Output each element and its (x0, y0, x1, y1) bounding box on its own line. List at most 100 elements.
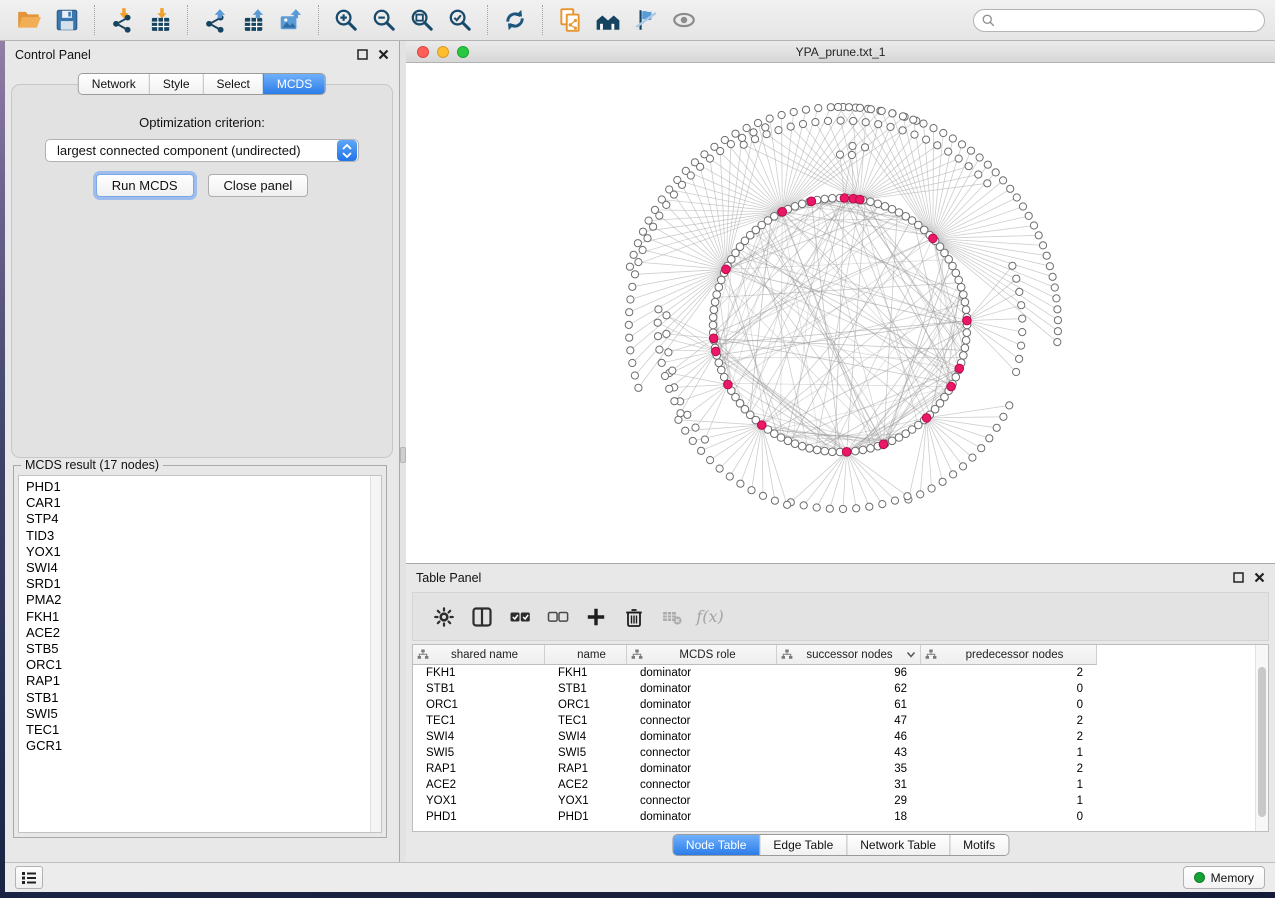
graph-dominator-node[interactable] (758, 421, 767, 430)
graph-leaf-node[interactable] (706, 155, 713, 162)
graph-dominator-node[interactable] (722, 265, 731, 274)
graph-leaf-node[interactable] (759, 492, 766, 499)
graph-leaf-node[interactable] (650, 223, 657, 230)
graph-leaf-node[interactable] (1013, 368, 1020, 375)
graph-leaf-node[interactable] (891, 497, 898, 504)
graph-leaf-node[interactable] (663, 312, 670, 319)
float-table-panel-icon[interactable] (1232, 572, 1244, 584)
graph-node[interactable] (961, 344, 969, 352)
graph-leaf-node[interactable] (1025, 212, 1032, 219)
graph-node[interactable] (715, 359, 723, 367)
table-row[interactable]: TEC1TEC1connector472 (413, 713, 1268, 729)
home-button[interactable] (589, 3, 627, 37)
graph-dominator-node[interactable] (842, 448, 851, 457)
graph-leaf-node[interactable] (737, 480, 744, 487)
graph-leaf-node[interactable] (1030, 222, 1037, 229)
close-panel-button[interactable]: Close panel (208, 174, 309, 197)
graph-leaf-node[interactable] (1000, 413, 1007, 420)
graph-leaf-node[interactable] (634, 240, 641, 247)
graph-leaf-node[interactable] (727, 141, 734, 148)
graph-node[interactable] (960, 291, 968, 299)
graph-leaf-node[interactable] (824, 117, 831, 124)
result-node-item[interactable]: STB1 (26, 690, 381, 706)
result-node-item[interactable]: GCR1 (26, 738, 381, 754)
graph-leaf-node[interactable] (945, 148, 952, 155)
graph-leaf-node[interactable] (726, 473, 733, 480)
graph-leaf-node[interactable] (969, 454, 976, 461)
graph-leaf-node[interactable] (812, 119, 819, 126)
graph-leaf-node[interactable] (644, 235, 651, 242)
graph-leaf-node[interactable] (837, 117, 844, 124)
graph-dominator-node[interactable] (856, 195, 865, 204)
result-node-item[interactable]: TEC1 (26, 722, 381, 738)
memory-button[interactable]: Memory (1183, 866, 1265, 889)
graph-leaf-node[interactable] (627, 347, 634, 354)
graph-leaf-node[interactable] (631, 271, 638, 278)
graph-leaf-node[interactable] (984, 180, 991, 187)
graph-leaf-node[interactable] (910, 116, 917, 123)
graph-node[interactable] (798, 200, 806, 208)
graph-leaf-node[interactable] (836, 151, 843, 158)
graph-leaf-node[interactable] (1046, 263, 1053, 270)
graph-leaf-node[interactable] (920, 120, 927, 127)
graph-leaf-node[interactable] (976, 154, 983, 161)
graph-leaf-node[interactable] (1006, 402, 1013, 409)
result-node-item[interactable]: SWI5 (26, 706, 381, 722)
graph-leaf-node[interactable] (984, 161, 991, 168)
graph-node[interactable] (881, 203, 889, 211)
table-row[interactable]: SWI4SWI4dominator462 (413, 729, 1268, 745)
graph-leaf-node[interactable] (934, 142, 941, 149)
result-node-item[interactable]: ORC1 (26, 657, 381, 673)
table-tab-motifs[interactable]: Motifs (949, 835, 1008, 855)
column-header-shared-name[interactable]: shared name (413, 645, 545, 665)
graph-leaf-node[interactable] (835, 103, 842, 110)
tab-style[interactable]: Style (149, 74, 203, 94)
graph-node[interactable] (821, 195, 829, 203)
column-layout-button[interactable] (463, 598, 501, 636)
result-node-item[interactable]: RAP1 (26, 673, 381, 689)
graph-leaf-node[interactable] (878, 107, 885, 114)
graph-leaf-node[interactable] (743, 124, 750, 131)
graph-leaf-node[interactable] (748, 487, 755, 494)
graph-leaf-node[interactable] (899, 113, 906, 120)
table-scrollbar[interactable] (1255, 645, 1268, 831)
graph-node[interactable] (806, 445, 814, 453)
graph-leaf-node[interactable] (656, 212, 663, 219)
export-network-button[interactable] (196, 3, 234, 37)
table-settings-button[interactable] (425, 598, 463, 636)
table-row[interactable]: SWI5SWI5connector431 (413, 745, 1268, 761)
export-image-button[interactable] (272, 3, 310, 37)
maximize-window-icon[interactable] (457, 46, 469, 58)
graph-node[interactable] (960, 352, 968, 360)
bird-eye-view-button[interactable] (665, 3, 703, 37)
graph-node[interactable] (874, 200, 882, 208)
graph-leaf-node[interactable] (875, 121, 882, 128)
graph-leaf-node[interactable] (639, 228, 646, 235)
graph-node[interactable] (718, 276, 726, 284)
graph-leaf-node[interactable] (992, 169, 999, 176)
graph-node[interactable] (715, 283, 723, 291)
graph-leaf-node[interactable] (654, 319, 661, 326)
graph-leaf-node[interactable] (629, 283, 636, 290)
result-node-item[interactable]: SRD1 (26, 576, 381, 592)
float-panel-icon[interactable] (356, 49, 368, 61)
graph-leaf-node[interactable] (856, 104, 863, 111)
graph-leaf-node[interactable] (689, 437, 696, 444)
graph-dominator-node[interactable] (955, 364, 964, 373)
result-node-item[interactable]: PMA2 (26, 592, 381, 608)
graph-node[interactable] (867, 198, 875, 206)
graph-dominator-node[interactable] (879, 440, 888, 449)
graph-dominator-node[interactable] (922, 414, 931, 423)
zoom-fit-content-button[interactable] (403, 3, 441, 37)
graph-leaf-node[interactable] (967, 147, 974, 154)
graph-leaf-node[interactable] (631, 372, 638, 379)
graph-leaf-node[interactable] (1000, 177, 1007, 184)
graph-leaf-node[interactable] (707, 457, 714, 464)
graph-leaf-node[interactable] (965, 163, 972, 170)
graph-leaf-node[interactable] (635, 259, 642, 266)
graph-leaf-node[interactable] (1009, 262, 1016, 269)
refresh-view-button[interactable] (496, 3, 534, 37)
graph-node[interactable] (709, 321, 717, 329)
graph-leaf-node[interactable] (975, 171, 982, 178)
graph-leaf-node[interactable] (790, 108, 797, 115)
